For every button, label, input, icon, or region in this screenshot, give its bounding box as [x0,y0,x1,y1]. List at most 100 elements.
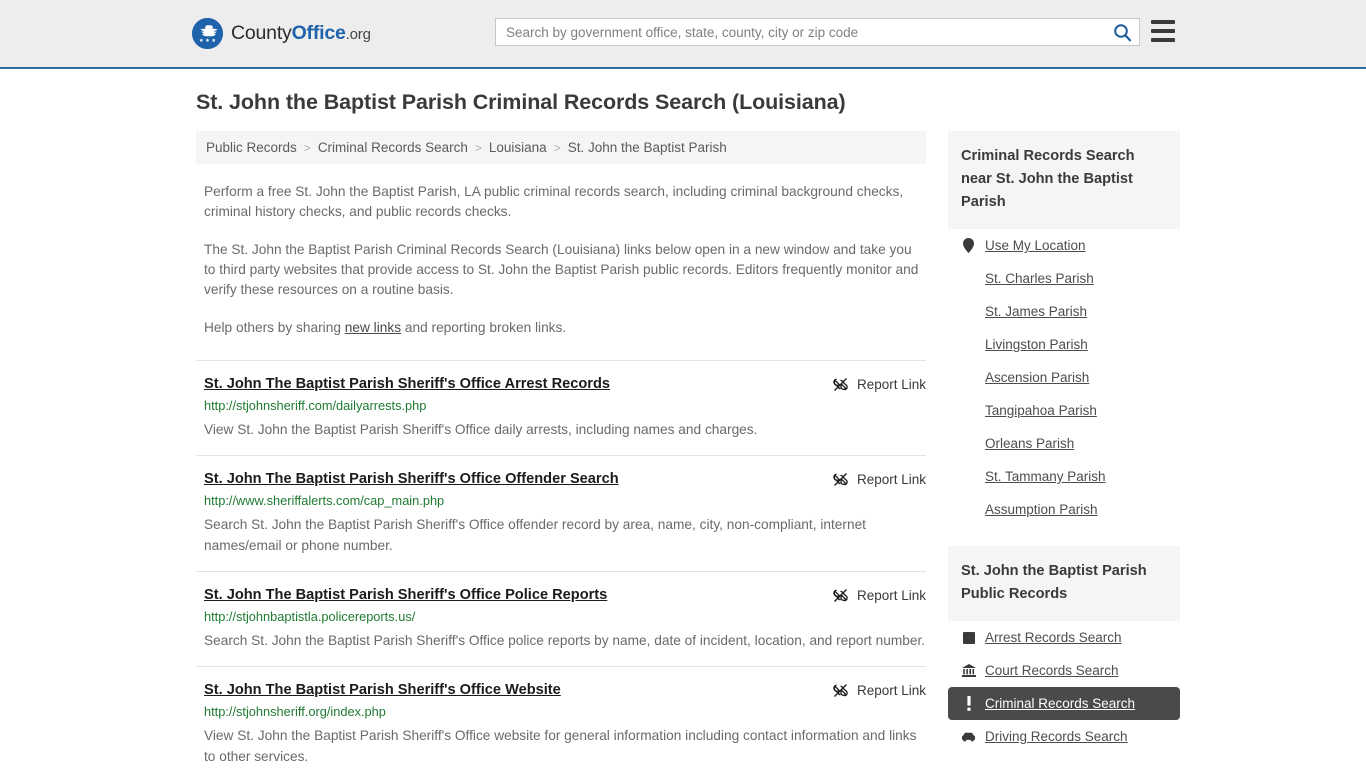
site-header: CountyOffice.org [0,0,1366,69]
broken-link-icon [833,378,848,391]
result-description: Search St. John the Baptist Parish Sheri… [204,633,926,648]
result-title-link[interactable]: St. John The Baptist Parish Sheriff's Of… [204,470,619,488]
result-url: http://stjohnsheriff.com/dailyarrests.ph… [204,398,427,413]
result-url: http://stjohnsheriff.org/index.php [204,704,386,719]
hamburger-menu-icon[interactable] [1151,20,1175,42]
result-item: St. John The Baptist Parish Sheriff's Of… [196,571,926,666]
result-item: St. John The Baptist Parish Sheriff's Of… [196,666,926,768]
public-records-link[interactable]: Arrest Records Search [985,630,1122,645]
result-header: St. John The Baptist Parish Sheriff's Of… [196,470,926,488]
exclamation-icon [961,696,976,711]
intro-paragraph-2: The St. John the Baptist Parish Criminal… [204,242,919,297]
report-link-button[interactable]: Report Link [832,587,926,604]
brand-county: County [231,22,292,44]
intro-p3-after: and reporting broken links. [401,320,567,335]
sidebar-item-orleans-parish[interactable]: Orleans Parish [948,427,1180,460]
sidebar-item-driving-records-search[interactable]: Driving Records Search [948,720,1180,753]
breadcrumb-item-criminal-records-search[interactable]: Criminal Records Search [318,140,468,155]
breadcrumb-item-louisiana[interactable]: Louisiana [489,140,547,155]
broken-link-icon [833,473,848,486]
sidebar-item-court-records-search[interactable]: Court Records Search [948,654,1180,687]
intro-text: Perform a free St. John the Baptist Pari… [196,182,926,338]
report-link-button[interactable]: Report Link [832,682,926,699]
sidebar: Criminal Records Search near St. John th… [948,131,1180,753]
new-links-link[interactable]: new links [345,320,401,335]
content-columns: Public Records > Criminal Records Search… [196,131,1180,768]
result-description: View St. John the Baptist Parish Sheriff… [204,422,758,437]
public-records-list: Arrest Records Search Court Records Sear… [948,621,1180,753]
use-my-location-item[interactable]: Use My Location [948,229,1180,262]
eagle-stars-logo-icon [192,18,223,49]
result-description: View St. John the Baptist Parish Sheriff… [204,728,917,764]
result-description: Search St. John the Baptist Parish Sheri… [204,517,866,553]
public-records-link[interactable]: Criminal Records Search [985,696,1135,711]
search-icon [1113,23,1131,41]
nearby-link[interactable]: St. Charles Parish [985,271,1094,286]
search-input[interactable] [496,19,1105,45]
sidebar-item-st-charles-parish[interactable]: St. Charles Parish [948,262,1180,295]
report-link-button[interactable]: Report Link [832,376,926,393]
sidebar-item-arrest-records-search[interactable]: Arrest Records Search [948,621,1180,654]
nearby-list: Use My Location St. Charles Parish St. J… [948,229,1180,526]
public-records-link[interactable]: Driving Records Search [985,729,1128,744]
nearby-link[interactable]: St. James Parish [985,304,1087,319]
nearby-link[interactable]: Orleans Parish [985,436,1074,451]
result-header: St. John The Baptist Parish Sheriff's Of… [196,586,926,604]
page-title: St. John the Baptist Parish Criminal Rec… [196,90,846,114]
main-column: Public Records > Criminal Records Search… [196,131,926,768]
result-header: St. John The Baptist Parish Sheriff's Of… [196,375,926,393]
hamburger-bar [1151,20,1175,24]
report-link-label: Report Link [856,683,926,698]
brand-org: .org [345,26,371,43]
sidebar-item-criminal-records-search[interactable]: Criminal Records Search [948,687,1180,720]
hamburger-bar [1151,29,1175,33]
report-link-label: Report Link [856,377,926,392]
intro-paragraph-3: Help others by sharing new links and rep… [204,318,926,338]
results-list: St. John The Baptist Parish Sheriff's Of… [196,360,926,768]
result-item: St. John The Baptist Parish Sheriff's Of… [196,360,926,455]
fingerprint-square-icon [961,631,976,644]
sidebar-item-st-tammany-parish[interactable]: St. Tammany Parish [948,460,1180,493]
courthouse-icon [961,664,976,677]
broken-link-icon [833,684,848,697]
nearby-link[interactable]: Ascension Parish [985,370,1089,385]
sidebar-item-tangipahoa-parish[interactable]: Tangipahoa Parish [948,394,1180,427]
breadcrumb: Public Records > Criminal Records Search… [196,131,926,164]
result-header: St. John The Baptist Parish Sheriff's Of… [196,681,926,699]
sidebar-item-st-james-parish[interactable]: St. James Parish [948,295,1180,328]
nearby-section-title: Criminal Records Search near St. John th… [948,131,1180,229]
result-title-link[interactable]: St. John The Baptist Parish Sheriff's Of… [204,681,561,699]
nearby-link[interactable]: Livingston Parish [985,337,1088,352]
intro-p3-before: Help others by sharing [204,320,345,335]
breadcrumb-separator: > [303,140,311,155]
search-button[interactable] [1105,19,1139,45]
brand-office: Office [291,22,346,44]
public-records-title: St. John the Baptist Parish Public Recor… [948,546,1180,621]
broken-link-icon [833,589,848,602]
location-pin-icon [961,238,976,253]
public-records-section: St. John the Baptist Parish Public Recor… [948,546,1180,753]
result-title-link[interactable]: St. John The Baptist Parish Sheriff's Of… [204,375,610,393]
result-title-link[interactable]: St. John The Baptist Parish Sheriff's Of… [204,586,607,604]
breadcrumb-item-public-records[interactable]: Public Records [206,140,297,155]
intro-paragraph-1: Perform a free St. John the Baptist Pari… [204,184,904,219]
nearby-link[interactable]: St. Tammany Parish [985,469,1106,484]
sidebar-item-assumption-parish[interactable]: Assumption Parish [948,493,1180,526]
page-container: St. John the Baptist Parish Criminal Rec… [0,90,1366,768]
breadcrumb-item-current: St. John the Baptist Parish [567,140,727,155]
nearby-link[interactable]: Assumption Parish [985,502,1098,517]
sidebar-item-ascension-parish[interactable]: Ascension Parish [948,361,1180,394]
report-link-label: Report Link [856,472,926,487]
breadcrumb-separator: > [474,140,482,155]
use-my-location-link[interactable]: Use My Location [985,238,1086,253]
hamburger-bar [1151,38,1175,42]
site-logo[interactable]: CountyOffice.org [192,18,371,49]
report-link-button[interactable]: Report Link [832,471,926,488]
search-bar[interactable] [495,18,1140,46]
nearby-link[interactable]: Tangipahoa Parish [985,403,1097,418]
sidebar-item-livingston-parish[interactable]: Livingston Parish [948,328,1180,361]
brand-text: CountyOffice.org [231,22,371,45]
breadcrumb-separator: > [553,140,561,155]
result-item: St. John The Baptist Parish Sheriff's Of… [196,455,926,571]
public-records-link[interactable]: Court Records Search [985,663,1119,678]
